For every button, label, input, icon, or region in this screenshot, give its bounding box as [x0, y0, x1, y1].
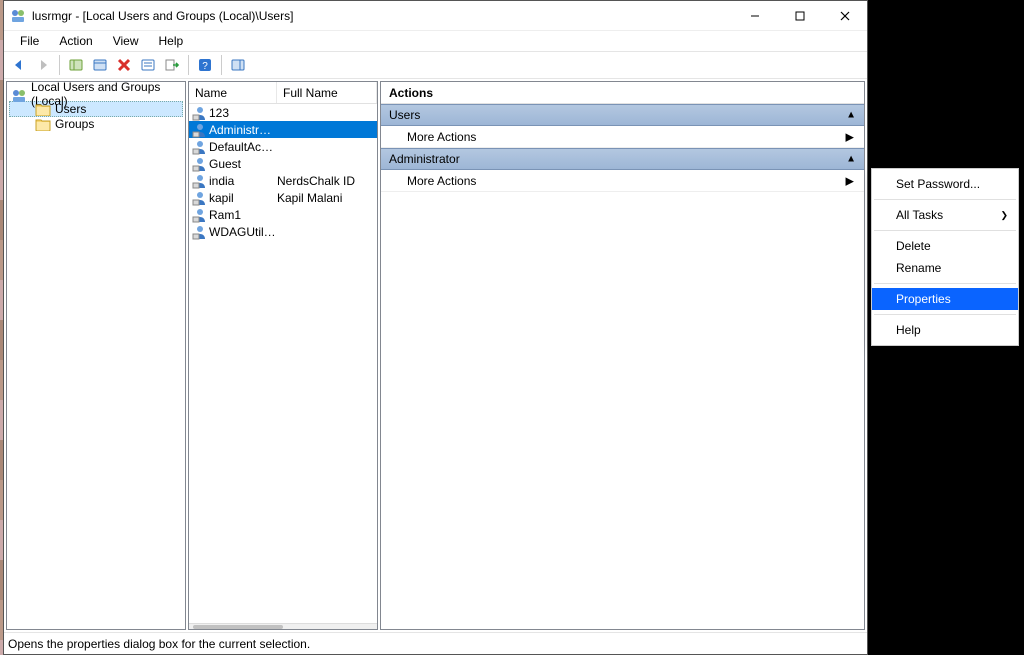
row-name: Guest	[209, 157, 277, 171]
main-window: lusrmgr - [Local Users and Groups (Local…	[3, 0, 868, 655]
minimize-button[interactable]	[732, 1, 777, 30]
row-name: 123	[209, 106, 277, 120]
app-icon	[10, 8, 26, 24]
menubar: File Action View Help	[4, 31, 867, 51]
tree-groups-label: Groups	[55, 117, 94, 131]
actions-users-more[interactable]: More Actions ▶	[381, 126, 864, 148]
row-name: WDAGUtility...	[209, 225, 277, 239]
cm-set-password[interactable]: Set Password...	[872, 173, 1018, 195]
list-rows: 123AdministratorDefaultAcco...Guestindia…	[189, 104, 377, 623]
cm-all-tasks[interactable]: All Tasks❯	[872, 204, 1018, 226]
toolbar-separator	[59, 55, 60, 75]
horizontal-scrollbar[interactable]	[189, 623, 377, 629]
list-header: Name Full Name	[189, 82, 377, 104]
menu-action[interactable]: Action	[51, 32, 100, 50]
actions-pane: Actions Users ▲ More Actions ▶ Administr…	[380, 81, 865, 630]
user-icon	[189, 173, 209, 189]
cm-separator	[874, 199, 1016, 200]
close-button[interactable]	[822, 1, 867, 30]
toolbar-separator-2	[188, 55, 189, 75]
user-icon	[189, 139, 209, 155]
cm-separator	[874, 230, 1016, 231]
actions-more-label: More Actions	[407, 130, 476, 144]
nav-back-button[interactable]	[8, 54, 30, 76]
window-controls	[732, 1, 867, 30]
actions-section-admin[interactable]: Administrator ▲	[381, 148, 864, 170]
actions-admin-more[interactable]: More Actions ▶	[381, 170, 864, 192]
titlebar[interactable]: lusrmgr - [Local Users and Groups (Local…	[4, 1, 867, 31]
statusbar: Opens the properties dialog box for the …	[4, 632, 867, 654]
cm-delete[interactable]: Delete	[872, 235, 1018, 257]
row-name: Ram1	[209, 208, 277, 222]
tree-root[interactable]: Local Users and Groups (Local)	[9, 86, 183, 102]
tree-groups[interactable]: Groups	[9, 116, 183, 132]
toolbar-show-hide-tree[interactable]	[65, 54, 87, 76]
row-fullname: NerdsChalk ID	[277, 174, 377, 188]
cm-separator	[874, 283, 1016, 284]
toolbar-properties[interactable]	[89, 54, 111, 76]
actions-section-users[interactable]: Users ▲	[381, 104, 864, 126]
column-fullname[interactable]: Full Name	[277, 82, 377, 103]
folder-icon	[35, 103, 51, 116]
tree-root-label: Local Users and Groups (Local)	[31, 80, 181, 108]
cm-properties[interactable]: Properties	[872, 288, 1018, 310]
nav-forward-button[interactable]	[32, 54, 54, 76]
collapse-icon: ▲	[846, 154, 856, 165]
row-name: india	[209, 174, 277, 188]
menu-view[interactable]: View	[105, 32, 147, 50]
actions-section-users-label: Users	[389, 108, 420, 122]
table-row[interactable]: kapilKapil Malani	[189, 189, 377, 206]
context-menu: Set Password... All Tasks❯ Delete Rename…	[871, 168, 1019, 346]
row-name: kapil	[209, 191, 277, 205]
table-row[interactable]: Guest	[189, 155, 377, 172]
user-icon	[189, 156, 209, 172]
table-row[interactable]: DefaultAcco...	[189, 138, 377, 155]
status-text: Opens the properties dialog box for the …	[8, 637, 310, 651]
table-row[interactable]: Administrator	[189, 121, 377, 138]
user-icon	[189, 122, 209, 138]
window-title: lusrmgr - [Local Users and Groups (Local…	[32, 9, 732, 23]
actions-section-admin-label: Administrator	[389, 152, 460, 166]
chevron-right-icon: ❯	[1000, 204, 1008, 226]
actions-more-label-2: More Actions	[407, 174, 476, 188]
cm-help[interactable]: Help	[872, 319, 1018, 341]
toolbar-refresh[interactable]	[137, 54, 159, 76]
chevron-right-icon: ▶	[846, 174, 854, 187]
menu-help[interactable]: Help	[151, 32, 192, 50]
scroll-thumb[interactable]	[193, 625, 283, 629]
toolbar: ?	[4, 51, 867, 79]
user-icon	[189, 190, 209, 206]
row-fullname: Kapil Malani	[277, 191, 377, 205]
computer-icon	[11, 88, 27, 101]
toolbar-show-hide-action[interactable]	[227, 54, 249, 76]
user-icon	[189, 207, 209, 223]
column-name[interactable]: Name	[189, 82, 277, 103]
user-icon	[189, 105, 209, 121]
tree-users-label: Users	[55, 102, 86, 116]
maximize-button[interactable]	[777, 1, 822, 30]
table-row[interactable]: WDAGUtility...	[189, 223, 377, 240]
list-pane: Name Full Name 123 Administrator DefaultAc…	[188, 81, 378, 630]
tree-pane: Local Users and Groups (Local) Users Gro…	[6, 81, 186, 630]
actions-title: Actions	[381, 82, 864, 104]
toolbar-help[interactable]: ?	[194, 54, 216, 76]
toolbar-delete[interactable]	[113, 54, 135, 76]
table-row[interactable]: 123	[189, 104, 377, 121]
row-name: DefaultAcco...	[209, 140, 277, 154]
table-row[interactable]: indiaNerdsChalk ID	[189, 172, 377, 189]
table-row[interactable]: Ram1	[189, 206, 377, 223]
toolbar-separator-3	[221, 55, 222, 75]
row-name: Administrator	[209, 123, 277, 137]
menu-file[interactable]: File	[12, 32, 47, 50]
cm-separator	[874, 314, 1016, 315]
svg-text:?: ?	[202, 61, 208, 72]
toolbar-export[interactable]	[161, 54, 183, 76]
user-icon	[189, 224, 209, 240]
folder-icon	[35, 118, 51, 131]
chevron-right-icon: ▶	[846, 130, 854, 143]
content-area: Local Users and Groups (Local) Users Gro…	[4, 79, 867, 632]
collapse-icon: ▲	[846, 110, 856, 121]
cm-rename[interactable]: Rename	[872, 257, 1018, 279]
